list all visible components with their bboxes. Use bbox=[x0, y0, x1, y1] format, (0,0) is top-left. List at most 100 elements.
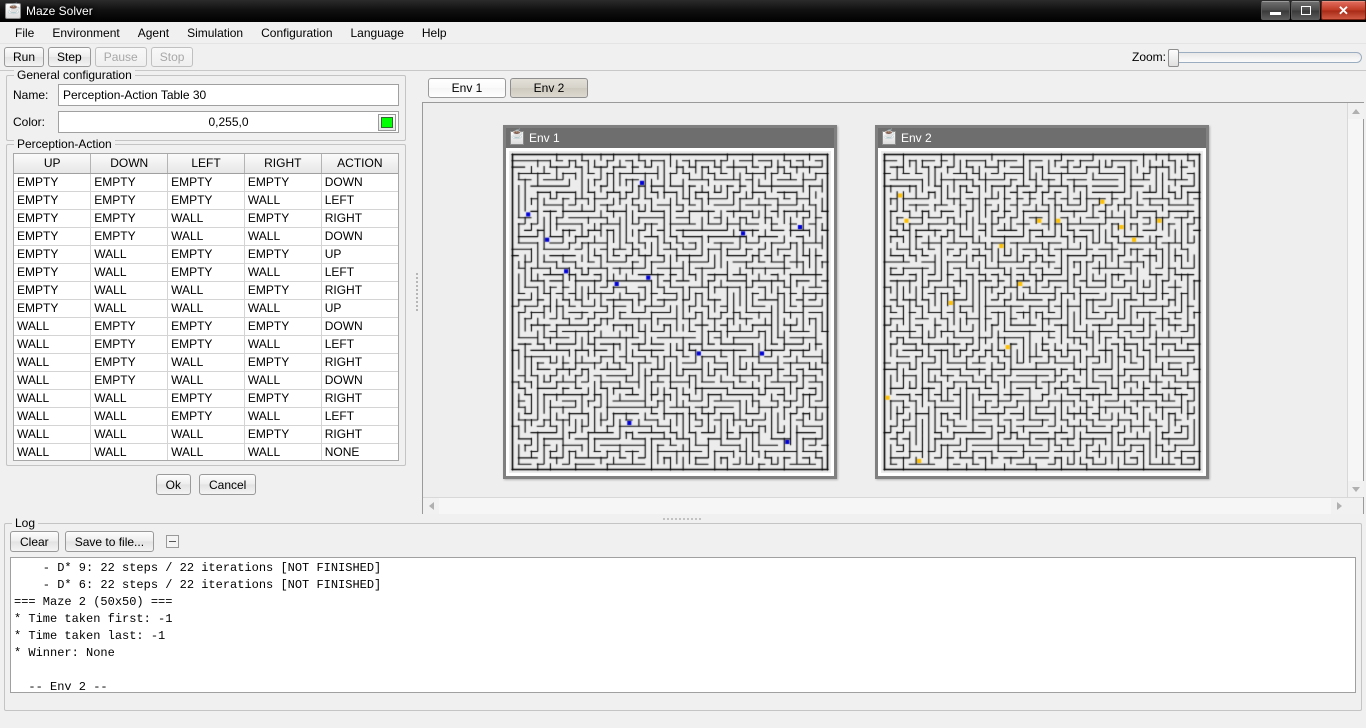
scroll-up-button[interactable] bbox=[1348, 103, 1364, 119]
table-cell[interactable]: LEFT bbox=[321, 263, 398, 282]
table-cell[interactable]: DOWN bbox=[321, 371, 398, 390]
table-cell[interactable]: EMPTY bbox=[244, 209, 322, 228]
table-row[interactable]: EMPTY EMPTY EMPTY WALL LEFT bbox=[14, 191, 398, 210]
table-cell[interactable]: EMPTY bbox=[167, 335, 245, 354]
table-cell[interactable]: EMPTY bbox=[90, 353, 169, 372]
table-cell[interactable]: EMPTY bbox=[244, 317, 322, 336]
table-cell[interactable]: WALL bbox=[244, 227, 322, 246]
table-cell[interactable]: WALL bbox=[167, 209, 245, 228]
pause-button[interactable]: Pause bbox=[94, 47, 147, 67]
table-row[interactable]: EMPTY EMPTY WALL WALL DOWN bbox=[14, 227, 398, 246]
table-cell[interactable]: WALL bbox=[14, 317, 92, 336]
table-row[interactable]: WALL WALL EMPTY WALL LEFT bbox=[14, 407, 398, 426]
step-button[interactable]: Step bbox=[48, 47, 91, 67]
menu-item-agent[interactable]: Agent bbox=[129, 23, 178, 43]
table-cell[interactable]: RIGHT bbox=[321, 281, 398, 300]
table-cell[interactable]: EMPTY bbox=[244, 173, 322, 192]
maximize-button[interactable] bbox=[1291, 1, 1320, 20]
name-input[interactable] bbox=[58, 84, 399, 106]
table-row[interactable]: EMPTY EMPTY WALL EMPTY RIGHT bbox=[14, 209, 398, 228]
zoom-slider-thumb[interactable] bbox=[1168, 48, 1179, 67]
table-cell[interactable]: EMPTY bbox=[90, 191, 169, 210]
menu-item-configuration[interactable]: Configuration bbox=[252, 23, 341, 43]
run-button[interactable]: Run bbox=[4, 47, 45, 67]
table-cell[interactable]: WALL bbox=[167, 227, 245, 246]
table-cell[interactable]: LEFT bbox=[321, 191, 398, 210]
menu-item-file[interactable]: File bbox=[6, 23, 43, 43]
table-cell[interactable]: EMPTY bbox=[244, 389, 322, 408]
color-picker-button[interactable] bbox=[378, 114, 396, 131]
table-cell[interactable]: EMPTY bbox=[167, 389, 245, 408]
collapse-icon[interactable] bbox=[166, 535, 180, 548]
table-cell[interactable]: EMPTY bbox=[90, 335, 169, 354]
table-cell[interactable]: UP bbox=[321, 245, 398, 264]
maze-canvas-env-1[interactable] bbox=[509, 151, 831, 473]
table-cell[interactable]: LEFT bbox=[321, 335, 398, 354]
table-column-header-up[interactable]: UP bbox=[14, 154, 92, 174]
table-cell[interactable]: WALL bbox=[244, 371, 322, 390]
table-cell[interactable]: UP bbox=[321, 299, 398, 318]
table-row[interactable]: WALL WALL WALL EMPTY RIGHT bbox=[14, 425, 398, 444]
table-cell[interactable]: WALL bbox=[14, 443, 92, 460]
table-cell[interactable]: WALL bbox=[14, 371, 92, 390]
table-cell[interactable]: EMPTY bbox=[14, 227, 92, 246]
table-cell[interactable]: DOWN bbox=[321, 317, 398, 336]
table-cell[interactable]: DOWN bbox=[321, 173, 398, 192]
color-value-field[interactable]: 0,255,0 bbox=[58, 111, 399, 133]
mdi-window-env-1[interactable]: Env 1 bbox=[503, 125, 837, 479]
mdi-titlebar-env-2[interactable]: Env 2 bbox=[878, 128, 1206, 148]
table-row[interactable]: WALL WALL EMPTY EMPTY RIGHT bbox=[14, 389, 398, 408]
table-cell[interactable]: WALL bbox=[167, 443, 245, 460]
minimize-button[interactable] bbox=[1261, 1, 1290, 20]
table-cell[interactable]: WALL bbox=[167, 371, 245, 390]
table-column-header-right[interactable]: RIGHT bbox=[244, 154, 322, 174]
table-cell[interactable]: EMPTY bbox=[90, 227, 169, 246]
table-row[interactable]: EMPTY WALL WALL WALL UP bbox=[14, 299, 398, 318]
table-cell[interactable]: WALL bbox=[244, 263, 322, 282]
table-cell[interactable]: EMPTY bbox=[14, 209, 92, 228]
tab-env-2[interactable]: Env 2 bbox=[510, 78, 588, 98]
table-cell[interactable]: EMPTY bbox=[90, 173, 169, 192]
table-cell[interactable]: EMPTY bbox=[244, 425, 322, 444]
table-cell[interactable]: WALL bbox=[90, 425, 169, 444]
vertical-scrollbar-track[interactable] bbox=[1348, 119, 1363, 481]
table-cell[interactable]: WALL bbox=[90, 389, 169, 408]
table-cell[interactable]: WALL bbox=[90, 443, 169, 460]
table-cell[interactable]: WALL bbox=[90, 281, 169, 300]
table-cell[interactable]: WALL bbox=[90, 263, 169, 282]
table-cell[interactable]: EMPTY bbox=[167, 317, 245, 336]
table-cell[interactable]: EMPTY bbox=[90, 317, 169, 336]
table-row[interactable]: EMPTY WALL EMPTY WALL LEFT bbox=[14, 263, 398, 282]
table-cell[interactable]: EMPTY bbox=[14, 299, 92, 318]
table-cell[interactable]: EMPTY bbox=[244, 245, 322, 264]
table-row[interactable]: WALL EMPTY EMPTY EMPTY DOWN bbox=[14, 317, 398, 336]
table-cell[interactable]: WALL bbox=[244, 299, 322, 318]
table-cell[interactable]: EMPTY bbox=[90, 209, 169, 228]
horizontal-splitter[interactable] bbox=[0, 514, 1366, 523]
table-cell[interactable]: WALL bbox=[90, 299, 169, 318]
table-cell[interactable]: WALL bbox=[244, 407, 322, 426]
table-cell[interactable]: EMPTY bbox=[244, 353, 322, 372]
scroll-right-button[interactable] bbox=[1331, 497, 1347, 514]
table-column-header-left[interactable]: LEFT bbox=[167, 154, 245, 174]
table-cell[interactable]: WALL bbox=[167, 299, 245, 318]
table-cell[interactable]: WALL bbox=[167, 425, 245, 444]
table-column-header-action[interactable]: ACTION bbox=[321, 154, 398, 174]
table-cell[interactable]: RIGHT bbox=[321, 209, 398, 228]
table-cell[interactable]: WALL bbox=[244, 335, 322, 354]
table-row[interactable]: WALL EMPTY WALL EMPTY RIGHT bbox=[14, 353, 398, 372]
table-cell[interactable]: WALL bbox=[14, 335, 92, 354]
table-column-header-down[interactable]: DOWN bbox=[90, 154, 169, 174]
clear-log-button[interactable]: Clear bbox=[10, 531, 59, 552]
table-cell[interactable]: EMPTY bbox=[167, 407, 245, 426]
table-cell[interactable]: EMPTY bbox=[167, 173, 245, 192]
menu-item-language[interactable]: Language bbox=[342, 23, 413, 43]
table-cell[interactable]: EMPTY bbox=[14, 173, 92, 192]
table-row[interactable]: EMPTY EMPTY EMPTY EMPTY DOWN bbox=[14, 173, 398, 192]
horizontal-scrollbar-track[interactable] bbox=[439, 497, 1331, 514]
table-cell[interactable]: EMPTY bbox=[14, 281, 92, 300]
table-cell[interactable]: WALL bbox=[244, 191, 322, 210]
maze-canvas-env-2[interactable] bbox=[881, 151, 1203, 473]
table-cell[interactable]: RIGHT bbox=[321, 425, 398, 444]
table-cell[interactable]: WALL bbox=[90, 407, 169, 426]
